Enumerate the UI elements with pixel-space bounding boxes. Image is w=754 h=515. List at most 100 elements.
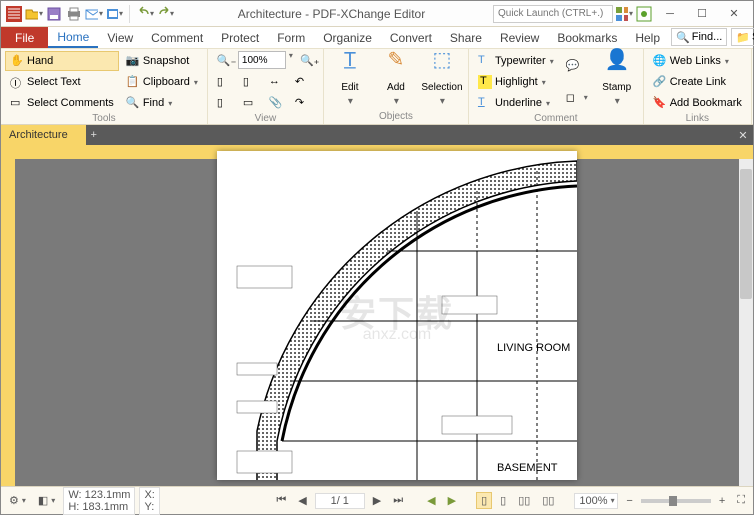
clip-icon: 📎 [269,96,283,110]
shapes-button[interactable]: ◻▾ [561,88,593,108]
highlight-icon: T [478,75,492,89]
menu-protect[interactable]: Protect [212,27,268,48]
menu-help[interactable]: Help [626,27,669,48]
menu-share[interactable]: Share [441,27,491,48]
svg-text:LIVING ROOM: LIVING ROOM [497,342,570,354]
zoom-out-button[interactable]: 🔍₋ [212,51,236,71]
menu-form[interactable]: Form [268,27,314,48]
rotate-cw-icon: ↷ [295,96,309,110]
close-button[interactable]: ✕ [719,3,749,25]
fit-page-icon: ▯ [243,75,257,89]
fit-width-icon: ↔ [269,75,283,89]
web-links-button[interactable]: 🌐Web Links▾ [648,51,747,71]
add-tab-button[interactable]: + [86,125,102,145]
menu-view[interactable]: View [98,27,142,48]
minimize-button[interactable]: ─ [655,3,685,25]
window-title: Architecture - PDF-XChange Editor [238,7,425,21]
document-area[interactable]: LIVING ROOM BASEMENT 安下载 anxz.com [1,145,753,486]
position-readout: X: Y: [139,487,159,515]
menu-bar: File Home View Comment Protect Form Orga… [1,27,753,49]
menu-convert[interactable]: Convert [381,27,441,48]
first-page-button[interactable]: ⏮ [272,493,290,508]
undo-icon[interactable]: ▾ [136,5,154,23]
panel-toggle-icon[interactable]: ◧▾ [34,493,59,508]
menu-comment[interactable]: Comment [142,27,212,48]
last-page-button[interactable]: ⏭ [389,493,407,508]
print-icon[interactable] [65,5,83,23]
underline-button[interactable]: TUnderline▾ [473,93,559,113]
save-icon[interactable] [45,5,63,23]
prev-page-button[interactable]: ◀ [294,493,310,508]
scrollbar-vertical[interactable] [739,159,753,486]
zoom-input[interactable] [238,51,286,69]
file-menu[interactable]: File [1,27,48,48]
launch-icon[interactable] [635,5,653,23]
ruler-vertical [1,159,15,486]
page-1to1-icon: ▯ [217,75,231,89]
stamp-icon: 👤 [605,55,629,79]
highlight-button[interactable]: THighlight▾ [473,72,559,92]
snapshot-button[interactable]: 📷Snapshot [121,51,203,71]
zoom-out-status[interactable]: − [622,494,636,508]
note-button[interactable]: 💬 [561,56,593,76]
menu-bookmarks[interactable]: Bookmarks [548,27,626,48]
selection-button[interactable]: ⬚Selection▾ [420,51,464,111]
typewriter-button[interactable]: TTypewriter▾ [473,51,559,71]
fit-visible-icon: ▯ [217,96,231,110]
maximize-button[interactable]: ☐ [687,3,717,25]
options-icon[interactable]: ⚙▾ [5,493,30,508]
zoom-selection-button[interactable]: ▭ [238,93,262,113]
redo-icon[interactable]: ▾ [156,5,174,23]
close-tabstrip-button[interactable]: ✕ [733,125,753,145]
page-number-input[interactable]: 1/ 1 [315,493,365,509]
zoom-in-button[interactable]: 🔍₊ [295,51,319,71]
fit-page-button[interactable]: ▯ [238,72,262,92]
quick-launch-input[interactable] [493,5,613,23]
fit-visible-button[interactable]: ▯ [212,93,236,113]
add-bookmark-button[interactable]: 🔖Add Bookmark [648,93,747,113]
menu-review[interactable]: Review [491,27,548,48]
add-button[interactable]: ✎Add▾ [374,51,418,111]
clipboard-button[interactable]: 📋Clipboard▾ [121,72,203,92]
next-page-button[interactable]: ▶ [369,493,385,508]
zoom-in-status[interactable]: + [715,494,729,508]
search-icon: 🔍 [126,96,140,110]
fit-icon[interactable]: ⛶ [733,493,749,508]
search-button[interactable]: 📁Search... [731,28,754,46]
doc-tab-architecture[interactable]: Architecture [1,125,86,145]
single-page-button[interactable]: ▯ [476,492,492,509]
select-comments-button[interactable]: ▭Select Comments [5,93,119,113]
continuous-button[interactable]: ▯ [496,493,510,508]
rotate-cw-button[interactable]: ↷ [290,93,314,113]
ribbon-group-objects: T̲Edit▾ ✎Add▾ ⬚Selection▾ Objects [324,49,469,124]
two-continuous-button[interactable]: ▯▯ [538,493,558,508]
app-icon [5,5,23,23]
globe-icon: 🌐 [653,54,667,68]
zoom-slider[interactable] [641,499,711,503]
nav-fwd-button[interactable]: ▶ [444,493,460,508]
create-link-button[interactable]: 🔗Create Link [648,72,747,92]
clip-button[interactable]: 📎 [264,93,288,113]
find-tool-button[interactable]: 🔍Find▾ [121,93,203,113]
stamp-button[interactable]: 👤Stamp▾ [595,51,639,111]
menu-organize[interactable]: Organize [314,27,381,48]
edit-button[interactable]: T̲Edit▾ [328,51,372,111]
select-text-button[interactable]: ⒾSelect Text [5,72,119,92]
open-icon[interactable]: ▾ [25,5,43,23]
email-icon[interactable]: ▾ [85,5,103,23]
zoom-status[interactable]: 100%▾ [574,493,618,509]
shapes-icon: ◻ [566,91,580,105]
rotate-ccw-button[interactable]: ↶ [290,72,314,92]
scan-icon[interactable]: ▾ [105,5,123,23]
find-button[interactable]: 🔍Find... [671,28,727,46]
dimensions-readout: W: 123.1mmH: 183.1mm [63,487,135,515]
scroll-thumb[interactable] [740,169,752,299]
ui-options-icon[interactable]: ▾ [615,5,633,23]
menu-home[interactable]: Home [48,27,98,48]
hand-tool-button[interactable]: ✋Hand [5,51,119,71]
ribbon-group-comment: TTypewriter▾ THighlight▾ TUnderline▾ 💬 ◻… [469,49,644,124]
actual-size-button[interactable]: ▯ [212,72,236,92]
fit-width-button[interactable]: ↔ [264,72,288,92]
two-page-button[interactable]: ▯▯ [514,493,534,508]
nav-back-button[interactable]: ◀ [423,493,439,508]
